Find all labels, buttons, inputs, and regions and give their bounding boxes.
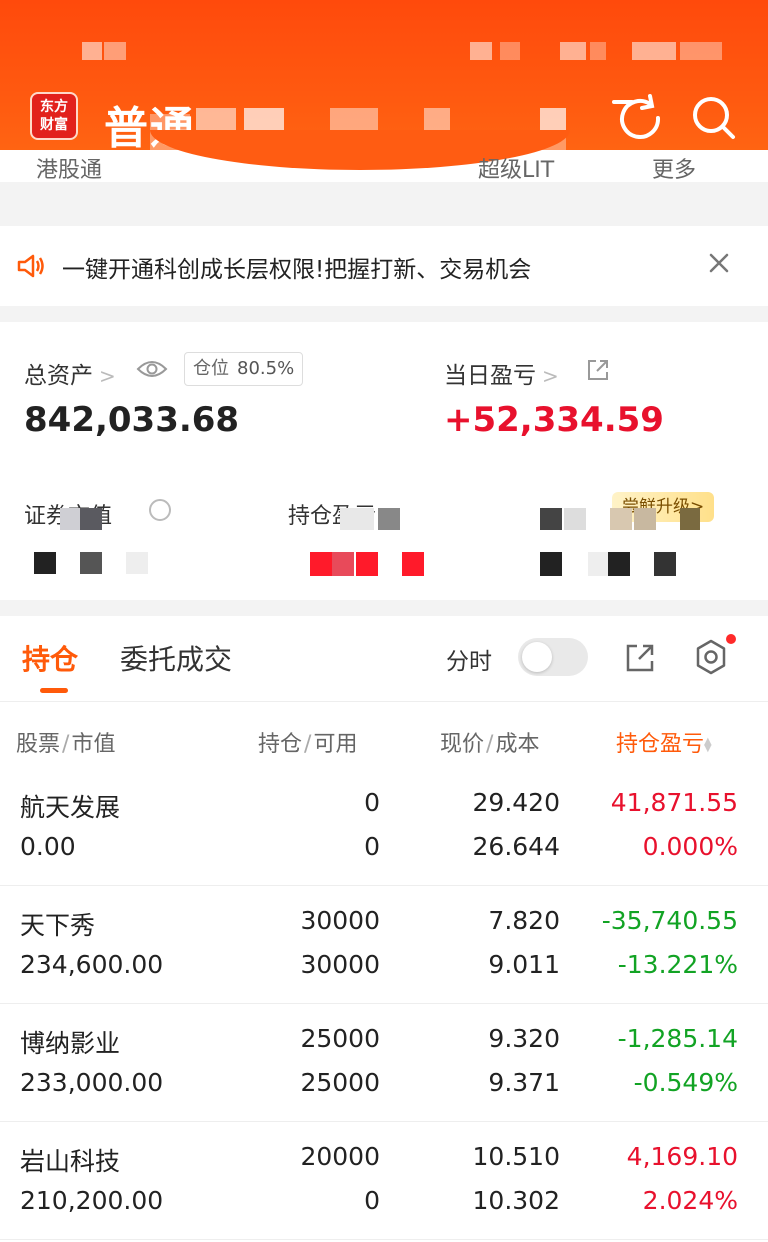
current-price: 10.510	[472, 1142, 560, 1171]
divider	[0, 210, 768, 226]
header-holding: 持仓	[258, 732, 303, 757]
position-ratio-badge: 仓位 80.5%	[184, 352, 304, 386]
header-available: 可用	[313, 732, 358, 757]
holding-pl-percent: -0.549%	[633, 1068, 738, 1097]
holding-qty: 20000	[300, 1142, 380, 1171]
column-header-holding: 持仓/可用	[258, 732, 358, 757]
notification-dot	[726, 634, 736, 644]
external-link-icon[interactable]	[586, 358, 610, 382]
holdings-tab-bar: 持仓 委托成交 分时	[0, 616, 768, 702]
table-row[interactable]: 天下秀 234,600.00 30000 30000 7.820 9.011 -35,740…	[0, 886, 768, 1004]
refresh-button[interactable]	[606, 94, 666, 142]
share-icon[interactable]	[624, 642, 656, 674]
holding-qty: 25000	[300, 1024, 380, 1053]
table-row[interactable]: 航天发展 0.00 0 0 29.420 26.644 41,871.55 0.000%	[0, 768, 768, 886]
chevron-right-icon: >	[542, 364, 559, 388]
speaker-icon	[17, 254, 44, 278]
tab-holdings[interactable]: 持仓	[22, 638, 78, 678]
market-value: 210,200.00	[20, 1186, 164, 1215]
cost-price: 26.644	[472, 832, 560, 861]
header-market-value: 市值	[71, 732, 116, 757]
divider	[0, 306, 768, 322]
daily-pl-label[interactable]: 当日盈亏 >	[444, 356, 559, 390]
position-label: 仓位	[193, 358, 229, 379]
stock-name: 博纳影业	[20, 1029, 121, 1058]
subtab-super-lit[interactable]: 超级LIT	[478, 152, 554, 182]
current-price: 9.320	[488, 1024, 560, 1053]
market-value: 0.00	[20, 832, 76, 861]
header-stock: 股票	[16, 732, 61, 757]
gear-icon[interactable]	[692, 638, 730, 676]
holding-pl-percent: 0.000%	[642, 832, 738, 861]
app-logo[interactable]: 东方 财富	[30, 92, 78, 140]
holding-pl: 41,871.55	[610, 788, 738, 817]
status-bar	[0, 36, 768, 66]
holding-pl: 4,169.10	[626, 1142, 738, 1171]
sort-icon: ▲ ▼	[704, 736, 712, 754]
column-header-price: 现价/成本	[440, 732, 540, 757]
notice-bar[interactable]: 一键开通科创成长层权限!把握打新、交易机会	[0, 226, 768, 306]
close-icon[interactable]	[704, 248, 734, 278]
refresh-icon	[612, 94, 661, 139]
current-price: 29.420	[472, 788, 560, 817]
holdings-table: 股票/市值 持仓/可用 现价/成本 持仓盈亏▲ ▼ 航天发展 0.00 0 0 29.42…	[0, 702, 768, 1242]
search-button[interactable]	[690, 94, 738, 142]
header-pl: 持仓盈亏	[616, 732, 705, 757]
divider	[0, 600, 768, 616]
holding-pl-percent: 2.024%	[642, 1186, 738, 1215]
daily-pl-value: +52,334.59	[444, 400, 664, 440]
tab-indicator	[40, 688, 68, 693]
logo-text-2: 财富	[40, 117, 68, 133]
total-assets-value: 842,033.68	[24, 400, 240, 440]
subtab-hk-connect[interactable]: 港股通	[36, 152, 102, 182]
holding-qty: 30000	[300, 906, 380, 935]
available-qty: 0	[364, 832, 380, 861]
account-subtabs: 港股通 超级LIT 更多	[0, 152, 768, 182]
available-qty: 30000	[300, 950, 380, 979]
holding-pl: -35,740.55	[601, 906, 738, 935]
market-value: 233,000.00	[20, 1068, 164, 1097]
daily-pl-label-text: 当日盈亏	[444, 363, 536, 389]
table-row[interactable]: 博纳影业 233,000.00 25000 25000 9.320 9.371 -1,285…	[0, 1004, 768, 1122]
header-price: 现价	[440, 732, 485, 757]
available-qty: 25000	[300, 1068, 380, 1097]
holding-pl: -1,285.14	[617, 1024, 738, 1053]
help-icon[interactable]	[148, 498, 172, 522]
holding-pl-percent: -13.221%	[617, 950, 738, 979]
notice-text: 一键开通科创成长层权限!把握打新、交易机会	[62, 257, 532, 283]
stock-name: 天下秀	[20, 911, 96, 940]
available-qty: 0	[364, 1186, 380, 1215]
stock-name: 航天发展	[20, 793, 121, 822]
subtab-more[interactable]: 更多	[652, 152, 696, 182]
tab-orders[interactable]: 委托成交	[120, 638, 232, 678]
stock-name: 岩山科技	[20, 1147, 121, 1176]
fenshi-toggle[interactable]	[518, 638, 588, 676]
eye-icon[interactable]	[136, 358, 168, 380]
column-header-pl[interactable]: 持仓盈亏▲ ▼	[616, 726, 714, 758]
cost-price: 9.011	[488, 950, 560, 979]
logo-text-1: 东方	[40, 99, 68, 115]
search-icon	[693, 97, 735, 139]
table-row[interactable]: 岩山科技 210,200.00 20000 0 10.510 10.302 4,169.10…	[0, 1122, 768, 1240]
current-price: 7.820	[488, 906, 560, 935]
header-cost: 成本	[495, 732, 540, 757]
asset-summary-card: 总资产 > 仓位 80.5% 842,033.68 当日盈亏 > +52,334.59…	[0, 322, 768, 600]
chevron-right-icon: >	[99, 364, 116, 388]
holding-qty: 0	[364, 788, 380, 817]
cost-price: 9.371	[488, 1068, 560, 1097]
total-assets-label[interactable]: 总资产 >	[24, 356, 116, 390]
total-assets-label-text: 总资产	[24, 363, 93, 389]
column-header-stock: 股票/市值	[16, 732, 116, 757]
market-value: 234,600.00	[20, 950, 164, 979]
position-value: 80.5%	[237, 358, 295, 379]
app-header: 东方 财富 普通 港股通 超级LIT 更多	[0, 0, 768, 182]
cost-price: 10.302	[472, 1186, 560, 1215]
fenshi-label: 分时	[446, 649, 492, 675]
